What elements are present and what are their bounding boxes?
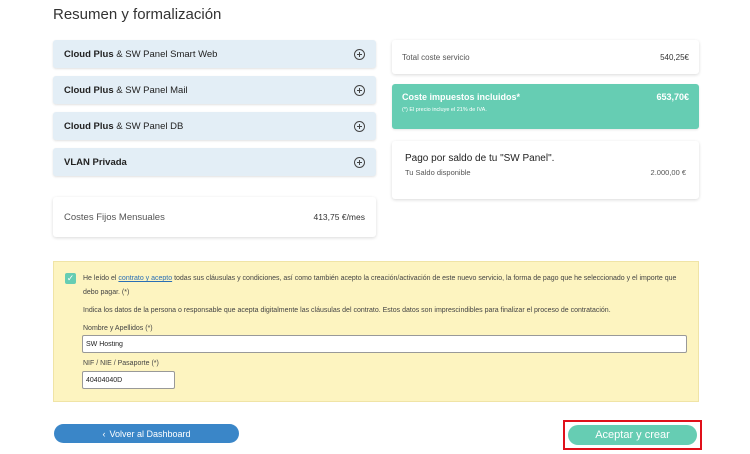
- name-input[interactable]: [82, 335, 687, 353]
- service-name: Cloud Plus & SW Panel Smart Web: [64, 48, 218, 60]
- balance-payment-card: Pago por saldo de tu "SW Panel". Tu Sald…: [392, 141, 699, 199]
- expand-plus-icon[interactable]: [354, 84, 365, 96]
- service-accordion-vlan[interactable]: VLAN Privada: [53, 148, 376, 176]
- service-accordion-smart-web[interactable]: Cloud Plus & SW Panel Smart Web: [53, 40, 376, 68]
- instructions-text: Indica los datos de la persona o respons…: [83, 307, 611, 314]
- taxes-amount: 653,70€: [656, 92, 689, 102]
- taxes-label: Coste impuestos incluidos*: [402, 92, 521, 102]
- total-cost-label: Total coste servicio: [402, 52, 470, 62]
- back-to-dashboard-button[interactable]: ‹ Volver al Dashboard: [54, 424, 239, 443]
- balance-amount: 2.000,00 €: [650, 168, 686, 177]
- contract-acceptance-text: He leído el contrato y acepto todas sus …: [83, 275, 677, 296]
- service-accordion-mail[interactable]: Cloud Plus & SW Panel Mail: [53, 76, 376, 104]
- fixed-costs-label: Costes Fijos Mensuales: [64, 211, 165, 223]
- taxes-note: (*) El precio incluye el 21% de IVA.: [402, 107, 487, 113]
- total-cost-card: Total coste servicio 540,25€: [392, 40, 699, 74]
- contract-acceptance-panel: ✓ He leído el contrato y acepto todas su…: [53, 261, 699, 402]
- balance-label: Tu Saldo disponible: [405, 168, 471, 177]
- taxes-card: Coste impuestos incluidos* 653,70€ (*) E…: [392, 84, 699, 129]
- nif-label: NIF / NIE / Pasaporte (*): [83, 360, 159, 367]
- page-title: Resumen y formalización: [53, 6, 222, 23]
- expand-plus-icon[interactable]: [354, 120, 365, 132]
- service-name: Cloud Plus & SW Panel Mail: [64, 84, 188, 96]
- contract-link[interactable]: contrato y acepto: [118, 275, 172, 282]
- back-button-label: Volver al Dashboard: [109, 428, 191, 439]
- expand-plus-icon[interactable]: [354, 156, 365, 168]
- fixed-costs-card: Costes Fijos Mensuales 413,75 €/mes: [53, 197, 376, 237]
- fixed-costs-amount: 413,75 €/mes: [313, 212, 365, 222]
- accept-contract-checkbox[interactable]: ✓: [65, 273, 76, 284]
- chevron-left-icon: ‹: [102, 428, 106, 439]
- expand-plus-icon[interactable]: [354, 48, 365, 60]
- service-accordion-db[interactable]: Cloud Plus & SW Panel DB: [53, 112, 376, 140]
- total-cost-amount: 540,25€: [660, 52, 689, 62]
- name-label: Nombre y Apellidos (*): [83, 325, 153, 332]
- balance-title: Pago por saldo de tu "SW Panel".: [405, 153, 555, 164]
- service-name: VLAN Privada: [64, 156, 127, 168]
- accept-and-create-button[interactable]: Aceptar y crear: [568, 425, 697, 445]
- accept-button-highlight: Aceptar y crear: [563, 420, 702, 450]
- service-name: Cloud Plus & SW Panel DB: [64, 120, 184, 132]
- nif-input[interactable]: [82, 371, 175, 389]
